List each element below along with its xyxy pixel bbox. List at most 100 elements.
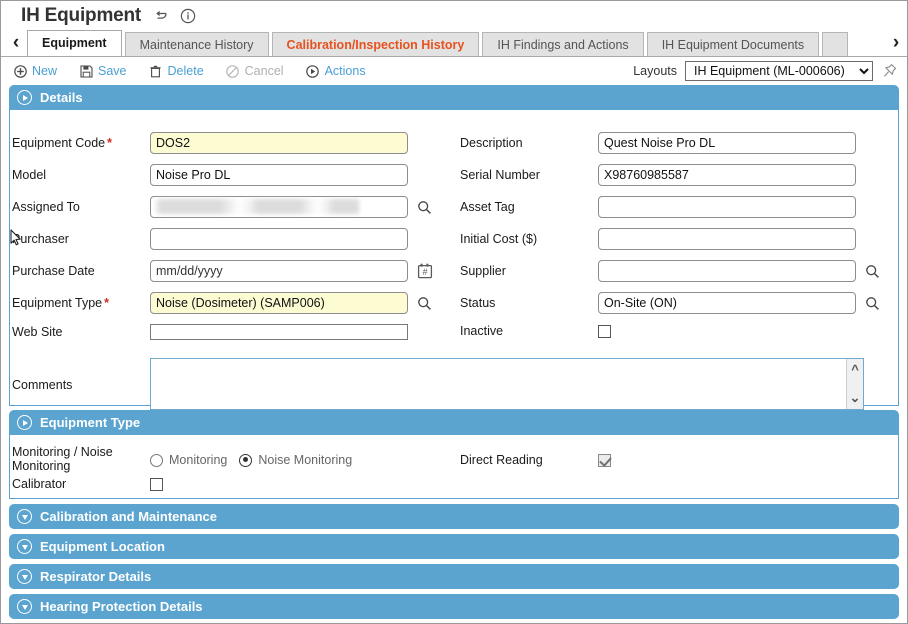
actions-button[interactable]: Actions — [306, 64, 366, 78]
collapse-toggle-icon[interactable] — [17, 539, 32, 554]
purchaser-label: Purchaser — [12, 232, 69, 246]
collapse-toggle-icon[interactable] — [17, 569, 32, 584]
tab-calibration-inspection-history[interactable]: Calibration/Inspection History — [271, 32, 480, 56]
layouts-label: Layouts — [633, 64, 677, 78]
section-header-equipment-location[interactable]: Equipment Location — [9, 534, 899, 559]
equipment-code-input[interactable] — [150, 132, 408, 154]
section-body-details: Equipment Code* Model Assigned To Purcha… — [9, 110, 899, 410]
cancel-button[interactable]: Cancel — [226, 64, 284, 78]
supplier-input[interactable] — [598, 260, 856, 282]
radio-monitoring[interactable] — [150, 453, 163, 467]
comments-scrollbar[interactable]: ^ ⌄ — [846, 359, 863, 409]
tab-maintenance-history[interactable]: Maintenance History — [124, 32, 269, 56]
direct-reading-label: Direct Reading — [460, 453, 543, 467]
field-serial-number: Serial Number — [460, 164, 856, 186]
tab-equipment[interactable]: Equipment — [27, 30, 122, 56]
monitoring-noise-monitoring-label: Monitoring / Noise Monitoring — [12, 445, 113, 473]
expand-toggle-icon[interactable] — [17, 415, 32, 430]
tab-strip: ‹ Equipment Maintenance History Calibrat… — [1, 30, 907, 57]
calendar-icon[interactable]: # — [416, 262, 434, 280]
tab-prev-button[interactable]: ‹ — [5, 30, 27, 56]
undo-icon[interactable] — [151, 7, 169, 25]
asset-tag-input[interactable] — [598, 196, 856, 218]
section-header-equipment-type[interactable]: Equipment Type — [9, 410, 899, 435]
assigned-to-search-icon[interactable] — [416, 199, 433, 216]
section-title-equipment-type: Equipment Type — [40, 415, 141, 430]
field-inactive: Inactive — [460, 324, 611, 338]
comments-textarea[interactable] — [151, 359, 846, 409]
description-label: Description — [460, 136, 523, 150]
collapse-toggle-icon[interactable] — [17, 509, 32, 524]
scroll-down-icon[interactable]: ⌄ — [850, 391, 861, 404]
section-title-calibration-and-maintenance: Calibration and Maintenance — [40, 509, 217, 524]
ih-equipment-window: IH Equipment ‹ Equipment Maintenance His… — [0, 0, 908, 624]
comments-label-row: Comments — [12, 378, 150, 392]
web-site-label: Web Site — [12, 325, 63, 339]
tab-ih-equipment-documents[interactable]: IH Equipment Documents — [646, 32, 820, 56]
pin-icon[interactable] — [881, 62, 899, 80]
purchase-date-input[interactable] — [150, 260, 408, 282]
field-calibrator: Calibrator — [12, 477, 163, 491]
model-input[interactable] — [150, 164, 408, 186]
save-button[interactable]: Save — [79, 64, 127, 78]
delete-button-label: Delete — [167, 64, 204, 78]
equipment-type-search-icon[interactable] — [416, 295, 433, 312]
serial-number-input[interactable] — [598, 164, 856, 186]
new-button-label: New — [32, 64, 58, 78]
section-header-hearing-protection-details[interactable]: Hearing Protection Details — [9, 594, 899, 619]
tab-strip-spacer — [848, 32, 885, 56]
field-description: Description — [460, 132, 856, 154]
initial-cost-input[interactable] — [598, 228, 856, 250]
section-header-details[interactable]: Details — [9, 85, 899, 110]
status-search-icon[interactable] — [864, 295, 881, 312]
expand-toggle-icon[interactable] — [17, 90, 32, 105]
supplier-search-icon[interactable] — [864, 263, 881, 280]
save-button-label: Save — [98, 64, 127, 78]
trash-icon — [149, 64, 163, 78]
new-button[interactable]: New — [13, 64, 57, 78]
delete-button[interactable]: Delete — [149, 64, 204, 78]
scroll-up-icon[interactable]: ^ — [851, 363, 859, 376]
svg-text:#: # — [422, 267, 427, 277]
purchaser-input[interactable] — [150, 228, 408, 250]
layout-select[interactable]: IH Equipment (ML-000606) — [685, 61, 873, 81]
assigned-to-input[interactable] — [150, 196, 408, 218]
plus-circle-icon — [13, 64, 27, 78]
section-body-equipment-type: Monitoring / Noise Monitoring Monitoring… — [9, 435, 899, 499]
calibrator-checkbox[interactable] — [150, 477, 163, 491]
web-site-input[interactable] — [150, 324, 408, 340]
info-icon[interactable] — [179, 7, 197, 25]
calibrator-label: Calibrator — [12, 477, 67, 491]
tab-next-button[interactable]: › — [885, 30, 907, 56]
model-label: Model — [12, 168, 47, 182]
cancel-button-label: Cancel — [244, 64, 284, 78]
radio-monitoring-label: Monitoring — [169, 453, 228, 467]
supplier-label: Supplier — [460, 264, 506, 278]
comments-textarea-wrap: ^ ⌄ — [150, 358, 864, 410]
tab-strip-filler — [822, 32, 849, 56]
direct-reading-checkbox[interactable] — [598, 453, 611, 467]
status-label: Status — [460, 296, 496, 310]
radio-noise-monitoring[interactable] — [239, 453, 253, 467]
page-title: IH Equipment — [21, 5, 142, 26]
equipment-type-label: Equipment Type * — [12, 296, 109, 310]
section-title-equipment-location: Equipment Location — [40, 539, 165, 554]
field-equipment-type: Equipment Type * — [12, 292, 433, 314]
collapse-toggle-icon[interactable] — [17, 599, 32, 614]
section-header-respirator-details[interactable]: Respirator Details — [9, 564, 899, 589]
cancel-circle-icon — [226, 64, 240, 78]
status-input[interactable] — [598, 292, 856, 314]
play-circle-icon — [306, 64, 320, 78]
section-header-calibration-and-maintenance[interactable]: Calibration and Maintenance — [9, 504, 899, 529]
inactive-checkbox[interactable] — [598, 324, 611, 338]
field-purchaser: Purchaser — [12, 228, 408, 250]
window-titlebar: IH Equipment — [1, 1, 907, 31]
equipment-type-input[interactable] — [150, 292, 408, 314]
description-input[interactable] — [598, 132, 856, 154]
tab-ih-findings-and-actions[interactable]: IH Findings and Actions — [482, 32, 644, 56]
field-monitoring-noise-monitoring: Monitoring / Noise Monitoring Monitoring… — [12, 445, 352, 473]
monitoring-radio-group: Monitoring Noise Monitoring — [150, 453, 352, 467]
field-assigned-to: Assigned To — [12, 196, 433, 218]
assigned-to-label: Assigned To — [12, 200, 80, 214]
field-asset-tag: Asset Tag — [460, 196, 856, 218]
